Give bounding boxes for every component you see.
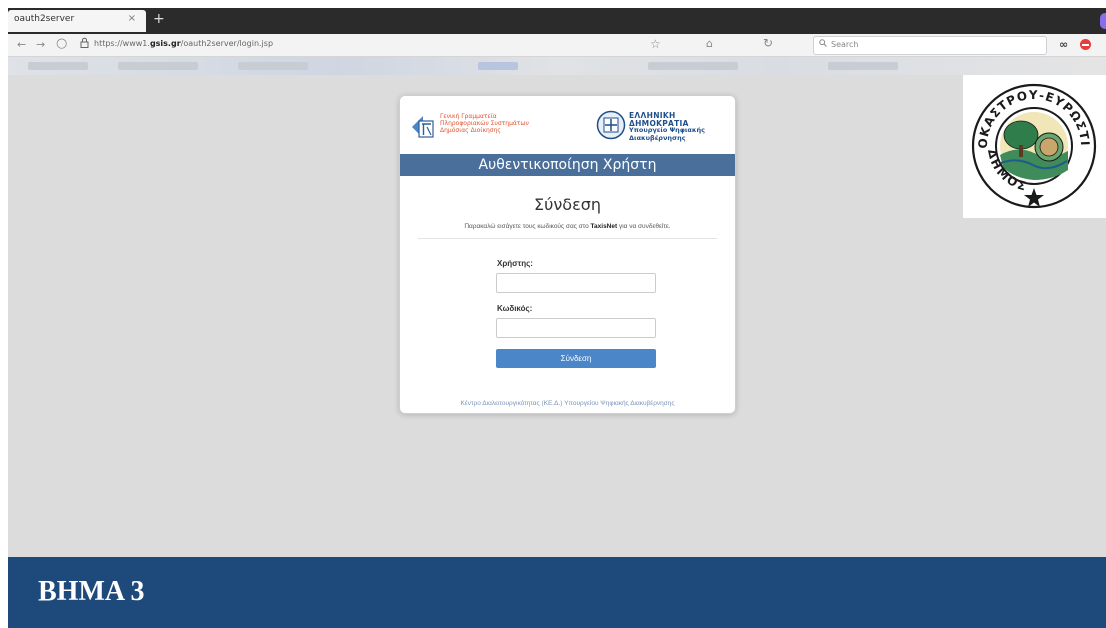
address-bar[interactable]: https://www1.gsis.gr/oauth2server/login.… [94,39,273,48]
tab-title: oauth2server [14,14,75,24]
extension-icon[interactable]: ∞ [1059,38,1068,51]
back-icon[interactable]: ← [17,38,26,51]
gsis-logo-icon [412,116,434,138]
tab-bar: oauth2server × + [8,8,1106,34]
instructions-taxisnet: TaxisNet [590,223,618,230]
gsis-line: Δημόσιας Διοίκησης [440,127,501,134]
password-input[interactable] [496,318,656,338]
search-icon [819,39,827,50]
instructions-text: για να συνδεθείτε. [617,223,671,230]
footer-link[interactable]: Κέντρο Διαλειτουργικότητας (ΚΕ.Δ.) Υπουρ… [400,400,735,407]
bookmark-star-icon[interactable]: ☆ [650,37,661,51]
search-placeholder: Search [831,40,859,49]
bookmark-item[interactable] [648,62,738,70]
login-instructions: Παρακαλώ εισάγετε τους κωδικούς σας στο … [400,223,735,230]
bookmark-item[interactable] [28,62,88,70]
close-icon[interactable]: × [128,13,136,24]
municipality-seal: ΣΥΚΟΚΑΣΤΡΟΥ-ΕΥΡΩΣΤΙΝΗΣ ΔΗΜΟΣ [963,75,1106,218]
bookmark-item[interactable] [238,62,308,70]
bookmark-item[interactable] [118,62,198,70]
municipality-seal-icon: ΣΥΚΟΚΑΣΤΡΟΥ-ΕΥΡΩΣΤΙΝΗΣ ΔΗΜΟΣ [963,75,1097,209]
profile-icon[interactable] [1100,13,1106,29]
gsis-line: Γενική Γραμματεία [440,113,497,120]
url-domain: gsis.gr [149,39,181,48]
bookmarks-bar [8,57,1106,75]
refresh-icon[interactable]: ↻ [763,36,773,50]
logo-header: Γενική Γραμματεία Πληροφοριακών Συστημάτ… [400,96,735,154]
password-label: Κωδικός: [497,304,533,313]
hellenic-republic-seal-icon [596,110,626,140]
bookmark-item[interactable] [478,62,518,70]
blocker-icon[interactable] [1080,39,1091,50]
lock-icon [80,37,89,51]
browser-tab[interactable]: oauth2server × [8,10,146,32]
card-header: Αυθεντικοποίηση Χρήστη [400,154,735,176]
username-input[interactable] [496,273,656,293]
divider [418,238,717,239]
ministry-line: Διακυβέρνησης [629,133,686,142]
gsis-line: Πληροφοριακών Συστημάτων [440,120,529,127]
instructions-text: Παρακαλώ εισάγετε τους κωδικούς σας στο [464,223,591,230]
search-input[interactable]: Search [813,36,1047,55]
ministry-name: ΕΛΛΗΝΙΚΗ ΔΗΜΟΚΡΑΤΙΑ Υπουργείο Ψηφιακής Δ… [629,112,735,142]
browser-screenshot: oauth2server × + ← → ○ https://www1.gsis… [8,8,1106,557]
username-label: Χρήστης: [497,259,533,268]
url-prefix: https://www1. [94,39,150,48]
login-button[interactable]: Σύνδεση [496,349,656,368]
gsis-name: Γενική Γραμματεία Πληροφοριακών Συστημάτ… [440,113,529,134]
bookmark-item[interactable] [828,62,898,70]
forward-icon[interactable]: → [36,38,45,51]
new-tab-icon[interactable]: + [153,11,165,27]
url-path: /oauth2server/login.jsp [180,39,274,48]
home-icon[interactable]: ⌂ [706,37,713,50]
step-banner: ΒΗΜΑ 3 [8,557,1106,628]
reload-icon[interactable]: ○ [56,36,67,51]
step-title: ΒΗΜΑ 3 [38,576,145,607]
navigation-bar: ← → ○ https://www1.gsis.gr/oauth2server/… [8,34,1106,57]
login-card: Γενική Γραμματεία Πληροφοριακών Συστημάτ… [399,95,736,414]
page-title: Σύνδεση [533,195,602,214]
ministry-line: ΕΛΛΗΝΙΚΗ ΔΗΜΟΚΡΑΤΙΑ [629,111,689,128]
